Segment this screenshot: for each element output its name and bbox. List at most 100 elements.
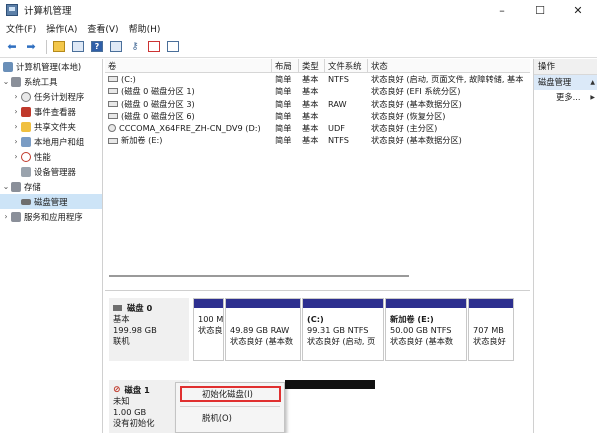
partition-recovery[interactable]: 707 MB 状态良好 <box>468 298 514 361</box>
toolbar-separator <box>46 39 47 54</box>
tree-item-event-viewer[interactable]: › 事件查看器 <box>0 104 102 119</box>
horizontal-scrollbar[interactable] <box>105 272 530 280</box>
window-controls: – ☐ ✕ <box>483 0 597 20</box>
help-icon[interactable]: ? <box>89 39 105 55</box>
tree-item-disk-management[interactable]: 磁盘管理 <box>0 194 102 209</box>
volume-name: CCCOMA_X64FRE_ZH-CN_DV9 (D:) <box>119 123 261 134</box>
tree-label: 服务和应用程序 <box>24 211 83 222</box>
menu-help[interactable]: 帮助(H) <box>129 22 161 35</box>
chevron-down-icon[interactable]: ⌄ <box>2 77 10 86</box>
chevron-down-icon[interactable]: ⌄ <box>2 182 10 191</box>
volume-layout: 简单 <box>275 123 292 134</box>
menu-view[interactable]: 查看(V) <box>87 22 118 35</box>
tree-label: 事件查看器 <box>34 106 76 117</box>
menu-action[interactable]: 操作(A) <box>46 22 77 35</box>
tree-item-performance[interactable]: › 性能 <box>0 149 102 164</box>
partition-size: 99.31 GB NTFS <box>307 325 369 335</box>
tree-item-storage[interactable]: ⌄ 存储 <box>0 179 102 194</box>
tree-item-services-apps[interactable]: › 服务和应用程序 <box>0 209 102 224</box>
partition-size: 50.00 GB NTFS <box>390 325 452 335</box>
partition-status: 状态良好 <box>473 336 506 346</box>
column-header-status[interactable]: 状态 <box>368 59 530 72</box>
volume-filesystem <box>325 85 368 97</box>
tree-item-task-scheduler[interactable]: › 任务计划程序 <box>0 89 102 104</box>
back-icon[interactable]: ⬅ <box>4 39 20 55</box>
minimize-button[interactable]: – <box>483 0 521 20</box>
menu-file[interactable]: 文件(F) <box>6 22 36 35</box>
table-row[interactable]: (C:) 简单 基本 NTFS 状态良好 (启动, 页面文件, 故障转储, 基本 <box>105 73 530 85</box>
tree-item-system-tools[interactable]: ⌄ 系统工具 <box>0 74 102 89</box>
table-row[interactable]: (磁盘 0 磁盘分区 3) 简单 基本 RAW 状态良好 (基本数据分区) <box>105 98 530 110</box>
chevron-right-icon[interactable]: › <box>12 107 20 116</box>
volume-filesystem <box>325 110 368 122</box>
volume-layout: 简单 <box>275 98 292 109</box>
key-icon[interactable]: ⚷ <box>127 39 143 55</box>
computer-management-icon <box>6 4 18 16</box>
actions-pane: 操作 磁盘管理 更多... <box>533 59 597 433</box>
disk-0-label[interactable]: 磁盘 0 基本 199.98 GB 联机 <box>109 298 189 361</box>
chevron-right-icon[interactable]: › <box>12 92 20 101</box>
initialize-disk-menu-item[interactable]: 初始化磁盘(I) <box>180 386 281 402</box>
disk-size: 199.98 GB <box>113 325 157 335</box>
volume-type: 基本 <box>302 110 319 121</box>
tools-icon <box>11 76 21 87</box>
chevron-right-icon[interactable]: › <box>12 122 20 131</box>
event-viewer-icon <box>21 106 31 117</box>
chevron-right-icon[interactable]: › <box>12 137 20 146</box>
tree-item-root[interactable]: 计算机管理(本地) <box>0 59 102 74</box>
partition-size: 49.89 GB RAW <box>230 325 290 335</box>
partition-c[interactable]: (C:) 99.31 GB NTFS 状态良好 (启动, 页 <box>302 298 384 361</box>
tree-item-shared-folders[interactable]: › 共享文件夹 <box>0 119 102 134</box>
column-header-layout[interactable]: 布局 <box>272 59 299 72</box>
title-bar: 计算机管理 – ☐ ✕ <box>0 0 597 20</box>
navigation-tree: 计算机管理(本地) ⌄ 系统工具 › 任务计划程序 › 事件查看器 › 共享文件… <box>0 59 103 433</box>
show-hide-tree-icon[interactable] <box>70 39 86 55</box>
partition-e[interactable]: 新加卷 (E:) 50.00 GB NTFS 状态良好 (基本数 <box>385 298 467 361</box>
unallocated-stripe <box>285 380 375 389</box>
tree-label: 本地用户和组 <box>34 136 85 147</box>
disk-name: 磁盘 0 <box>127 302 153 313</box>
column-header-type[interactable]: 类型 <box>299 59 325 72</box>
partition-efi[interactable]: 100 M 状态良 <box>193 298 224 361</box>
column-header-volume[interactable]: 卷 <box>105 59 272 72</box>
tree-item-device-manager[interactable]: 设备管理器 <box>0 164 102 179</box>
table-row[interactable]: 新加卷 (E:) 简单 基本 NTFS 状态良好 (基本数据分区) <box>105 134 530 146</box>
scrollbar-thumb[interactable] <box>109 275 409 277</box>
volume-name: (磁盘 0 磁盘分区 6) <box>121 110 195 121</box>
chevron-right-icon[interactable]: › <box>2 212 10 221</box>
disk-type: 基本 <box>113 314 130 324</box>
up-folder-icon[interactable] <box>51 39 67 55</box>
forward-icon[interactable]: ➡ <box>23 39 39 55</box>
actions-disk-management[interactable]: 磁盘管理 <box>534 75 597 90</box>
volume-status: 状态良好 (EFI 系统分区) <box>371 86 461 97</box>
table-row[interactable]: CCCOMA_X64FRE_ZH-CN_DV9 (D:) 简单 基本 UDF 状… <box>105 122 530 134</box>
window-title: 计算机管理 <box>24 6 72 17</box>
tree-item-local-users[interactable]: › 本地用户和组 <box>0 134 102 149</box>
actions-title: 操作 <box>534 59 597 75</box>
chevron-right-icon[interactable]: › <box>12 152 20 161</box>
volume-layout: 简单 <box>275 86 292 97</box>
table-row[interactable]: (磁盘 0 磁盘分区 1) 简单 基本 状态良好 (EFI 系统分区) <box>105 85 530 97</box>
volume-status: 状态良好 (基本数据分区) <box>371 135 462 146</box>
volume-type: 基本 <box>302 98 319 109</box>
volume-icon <box>108 76 118 83</box>
column-header-filesystem[interactable]: 文件系统 <box>325 59 368 72</box>
device-manager-icon <box>21 166 31 177</box>
menu-bar: 文件(F) 操作(A) 查看(V) 帮助(H) <box>0 20 597 36</box>
tree-label: 存储 <box>24 181 41 192</box>
volume-layout: 简单 <box>275 74 292 84</box>
partition-title: (C:) <box>307 314 324 324</box>
table-row[interactable]: (磁盘 0 磁盘分区 6) 简单 基本 状态良好 (恢复分区) <box>105 110 530 122</box>
panel-icon[interactable] <box>165 39 181 55</box>
partition-raw[interactable]: 49.89 GB RAW 状态良好 (基本数 <box>225 298 301 361</box>
tree-label: 任务计划程序 <box>34 91 85 102</box>
actions-more[interactable]: 更多... <box>534 90 597 105</box>
properties-icon[interactable] <box>108 39 124 55</box>
volume-filesystem: RAW <box>328 98 347 109</box>
volume-filesystem: NTFS <box>328 135 349 146</box>
check-icon[interactable] <box>146 39 162 55</box>
maximize-button[interactable]: ☐ <box>521 0 559 20</box>
computer-icon <box>3 61 13 72</box>
close-button[interactable]: ✕ <box>559 0 597 20</box>
offline-menu-item[interactable]: 脱机(O) <box>176 411 284 425</box>
